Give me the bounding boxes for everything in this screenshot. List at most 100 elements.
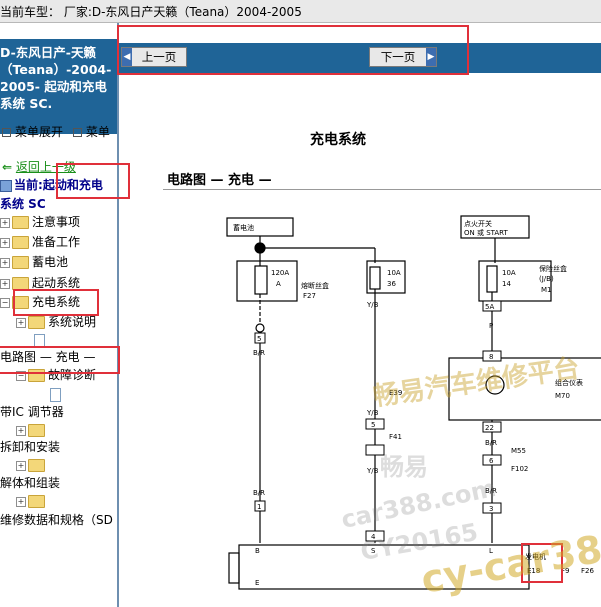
folder-icon: [12, 236, 29, 249]
sidebar-header: D-东风日产-天籁 （Teana）-2004- 2005- 起动和充电 系统 S…: [0, 39, 117, 134]
expand-plus-icon[interactable]: +: [16, 317, 26, 328]
tree-item-label: 蓄电池: [32, 255, 69, 269]
fuse-10a-label: 10A: [387, 269, 401, 277]
menu-expand-link[interactable]: 菜单展开: [15, 125, 63, 139]
tree-item-folder[interactable]: +: [16, 492, 48, 510]
tree-item-label: 起动系统: [32, 276, 81, 290]
highlight-box: [521, 543, 563, 583]
tree-item-label: 系统说明: [48, 315, 97, 329]
connector-f27: F27: [303, 292, 316, 300]
connector-3-label: 3: [489, 505, 493, 513]
back-arrow-icon: ⇐: [2, 160, 13, 174]
connector-5a-label: 5A: [485, 303, 494, 311]
sidebar-header-line: 系统 SC.: [0, 96, 53, 111]
ign-switch-label: 点火开关: [464, 219, 492, 228]
connector-1-label: 1: [257, 503, 261, 511]
tree-item-removal-installation[interactable]: 拆卸和安装: [0, 438, 60, 456]
menu-toggle-row: 菜单展开 菜单: [0, 123, 110, 140]
tree-item-preparation[interactable]: + 准备工作: [0, 233, 80, 251]
fuse-10a-b-label: 10A: [502, 269, 516, 277]
connector-5-label: 5: [257, 335, 261, 343]
current-prefix: 当前:: [14, 178, 43, 192]
connector-dot: [255, 323, 265, 333]
connector-f41: F41: [389, 433, 402, 441]
tree-item-ic-regulator[interactable]: 带IC 调节器: [0, 403, 64, 421]
wire-br-top: B/R: [253, 349, 265, 357]
tree-item-service-data[interactable]: 维修数据和规格（SD: [0, 511, 113, 529]
fuse-36-box: [366, 260, 406, 294]
wire-br-bottom: B/R: [253, 489, 265, 497]
tree-item-label: 维修数据和规格（SD: [0, 513, 113, 527]
tree-item-label: 注意事项: [32, 215, 81, 229]
highlight-box: [0, 346, 120, 374]
expand-plus-icon[interactable]: +: [0, 257, 10, 268]
combination-meter-label: 组合仪表: [555, 378, 583, 387]
folder-icon: [12, 256, 29, 269]
expand-plus-icon[interactable]: +: [0, 217, 10, 228]
tree-item-disassembly-assembly[interactable]: 解体和组装: [0, 474, 60, 492]
menu-collapse-link[interactable]: 菜单: [86, 125, 110, 139]
expand-plus-icon[interactable]: +: [16, 460, 26, 471]
folder-icon: [12, 216, 29, 229]
menu-expand-icon[interactable]: [2, 128, 11, 137]
fuse-symbol: [254, 265, 268, 295]
terminal-l: L: [489, 547, 493, 555]
expand-plus-icon[interactable]: +: [0, 278, 10, 289]
fuse-14-label: 14: [502, 280, 511, 288]
connector-4-label: 4: [371, 533, 376, 541]
alternator-pulley: [228, 552, 240, 584]
wiring-diagram: 蓄电池 点火开关 ON 或 START 120A A 熔断丝盒 F27 10A …: [226, 215, 601, 590]
sidebar-header-line: （Teana）-2004-: [0, 62, 112, 77]
connector-e39: E39: [389, 389, 402, 397]
connector-8-label: 8: [489, 353, 493, 361]
terminal-s: S: [371, 547, 376, 555]
expand-plus-icon[interactable]: +: [16, 496, 26, 507]
fuse-36-label: 36: [387, 280, 396, 288]
lamp-symbol: [485, 375, 505, 395]
connector-6-label: 6: [489, 457, 494, 465]
tree-item-label: 拆卸和安装: [0, 440, 61, 454]
fuse-symbol: [486, 265, 498, 293]
connector-f26: F26: [581, 567, 594, 575]
tree-doc-item[interactable]: [50, 385, 61, 403]
fuse-120a-label: 120A: [271, 269, 289, 277]
collapse-minus-icon[interactable]: −: [0, 297, 10, 308]
fuse-block-jb: (J/B): [539, 275, 554, 283]
wire-yb-mid: Y/B: [366, 409, 379, 417]
connector-m1: M1: [541, 286, 552, 294]
battery-label: 蓄电池: [233, 223, 254, 232]
tree-item-folder[interactable]: +: [16, 421, 48, 439]
window-title: 当前车型： 厂家:D-东风日产天籁（Teana）2004-2005: [0, 5, 302, 19]
tree-item-label: 带IC 调节器: [0, 405, 64, 419]
sidebar-header-line: 2005- 起动和充电: [0, 79, 107, 94]
wire-br-right-2: B/R: [485, 487, 497, 495]
tree-item-label: 解体和组装: [0, 476, 61, 490]
connector-5c: [365, 444, 385, 456]
ign-switch-mode-label: ON 或 START: [464, 228, 509, 237]
wire-yb-low: Y/B: [366, 467, 379, 475]
expand-plus-icon[interactable]: +: [16, 425, 26, 436]
connector-m55: M55: [511, 447, 526, 455]
terminal-e: E: [255, 579, 259, 587]
menu-collapse-icon[interactable]: [72, 128, 82, 137]
wire-br-right: B/R: [485, 439, 497, 447]
expand-plus-icon[interactable]: +: [0, 237, 10, 248]
fusible-link-label: 熔断丝盒: [301, 281, 329, 290]
folder-icon: [28, 316, 45, 329]
tree-item-folder[interactable]: +: [16, 456, 48, 474]
folder-icon: [28, 424, 45, 437]
folder-icon: [28, 495, 45, 508]
window-title-bar: 当前车型： 厂家:D-东风日产天籁（Teana）2004-2005: [0, 0, 601, 23]
tree-item-precautions[interactable]: + 注意事项: [0, 213, 80, 231]
fuse-symbol: [369, 266, 381, 290]
wire-p: P: [489, 322, 493, 330]
highlight-box: [13, 289, 99, 316]
tree-item-battery[interactable]: + 蓄电池: [0, 253, 68, 271]
connector-f102: F102: [511, 465, 528, 473]
folder-icon: [28, 459, 45, 472]
connector-5b-label: 5: [371, 421, 375, 429]
tree-item-label: 准备工作: [32, 235, 81, 249]
wire-yb-top: Y/B: [366, 301, 379, 309]
fuse-block-label: 保险丝盒: [539, 264, 567, 273]
connector-22-label: 22: [485, 424, 494, 432]
